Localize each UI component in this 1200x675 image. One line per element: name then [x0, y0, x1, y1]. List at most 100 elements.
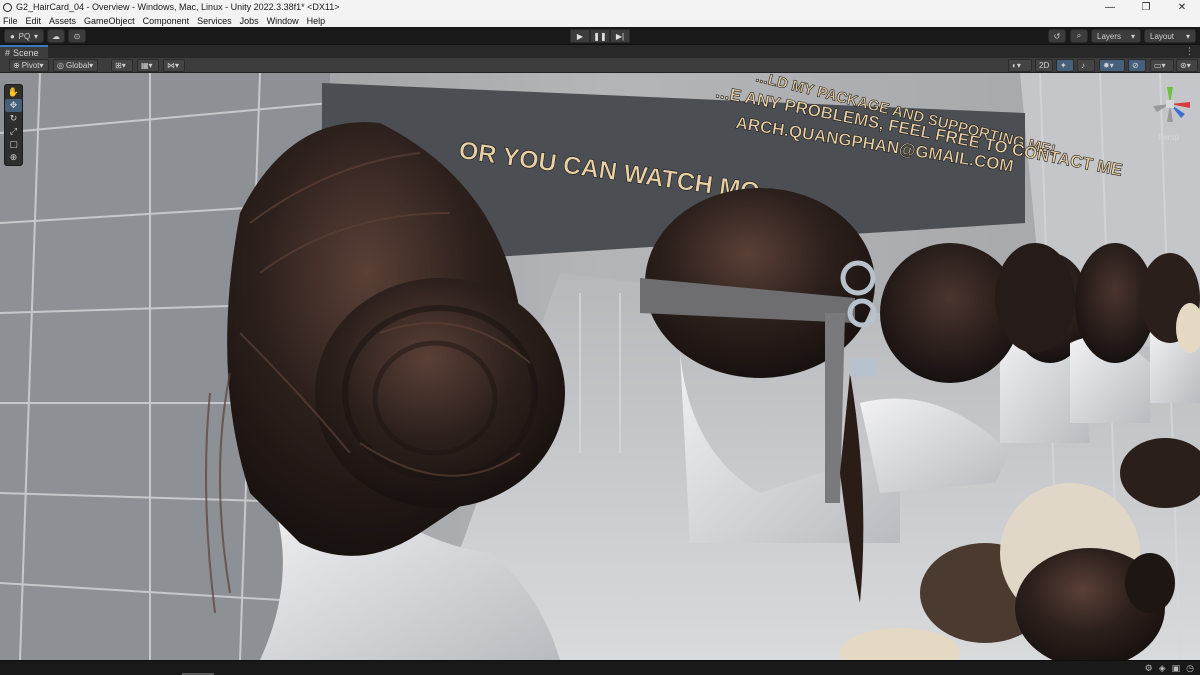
effects-icon: ✸▾ — [1103, 61, 1114, 70]
gizmos-icon: ⊛▾ — [1180, 61, 1191, 70]
snap-icon: ⋈▾ — [167, 61, 180, 70]
status-icons: ⚙ ◈ ▣ ◷ — [1145, 663, 1194, 674]
search-icon: ⌕ — [1076, 31, 1082, 40]
draw-mode-icon: ◐▾ — [1012, 61, 1021, 70]
move-icon: ✥ — [9, 100, 18, 110]
grid-icon: ⊞▾ — [115, 61, 126, 70]
minimize-button[interactable]: — — [1092, 0, 1128, 14]
cache-icon[interactable]: ◈ — [1159, 663, 1166, 674]
network-icon[interactable]: ⚙ — [1145, 663, 1153, 674]
draw-mode-dropdown[interactable]: ◐▾ — [1008, 59, 1032, 72]
lighting-toggle[interactable]: ✦ — [1056, 59, 1074, 72]
menu-bar: File Edit Assets GameObject Component Se… — [0, 14, 1200, 27]
playback-controls: ▶ ❚❚ ▶| — [570, 29, 630, 43]
scene-toolbar: ⊕ Pivot ▾ ◎ Global ▾ ⊞▾ ▦▾ ⋈▾ ◐▾ 2D ✦ ♪ … — [0, 58, 1200, 73]
menu-window[interactable]: Window — [267, 16, 299, 26]
close-button[interactable]: ✕ — [1164, 0, 1200, 14]
step-icon: ▶| — [615, 31, 625, 41]
rotate-tool-button[interactable]: ↻ — [5, 112, 22, 125]
collab-icon: ⊙ — [73, 31, 81, 41]
tab-menu-icon[interactable]: ⋮ — [1185, 46, 1194, 57]
chevron-down-icon: ▾ — [1130, 31, 1135, 41]
account-icon: ● — [10, 31, 15, 41]
tab-scene[interactable]: # Scene — [0, 45, 48, 58]
cloud-icon: ☁ — [52, 31, 60, 41]
grid-snap-dropdown[interactable]: ⊞▾ — [111, 59, 133, 72]
window-controls: — ❐ ✕ — [1092, 0, 1200, 14]
scale-icon: ⤢ — [9, 126, 18, 136]
rotate-icon: ↻ — [9, 113, 18, 123]
menu-assets[interactable]: Assets — [49, 16, 76, 26]
title-bar: G2_HairCard_04 - Overview - Windows, Mac… — [0, 0, 1200, 14]
status-bar: ⚙ ◈ ▣ ◷ — [0, 660, 1200, 675]
transform-icon: ⊕ — [9, 152, 18, 162]
toggle-2d-button[interactable]: 2D — [1035, 59, 1053, 72]
scale-tool-button[interactable]: ⤢ — [5, 125, 22, 138]
layout-label: Layout — [1150, 31, 1175, 41]
maximize-button[interactable]: ❐ — [1128, 0, 1164, 14]
menu-jobs[interactable]: Jobs — [240, 16, 259, 26]
chevron-down-icon: ▾ — [39, 61, 44, 70]
hand-icon: ✋ — [7, 87, 20, 97]
menu-help[interactable]: Help — [307, 16, 326, 26]
mode-2d-label: 2D — [1039, 61, 1050, 70]
grid-visibility-icon: ▦▾ — [141, 61, 153, 70]
chevron-down-icon: ▾ — [89, 61, 94, 70]
effects-dropdown[interactable]: ✸▾ — [1099, 59, 1125, 72]
eye-slash-icon: ⊘ — [1132, 61, 1139, 70]
lightbulb-icon: ✦ — [1060, 61, 1067, 70]
global-dropdown[interactable]: ◎ Global ▾ — [53, 59, 98, 72]
grid-visibility-dropdown[interactable]: ▦▾ — [137, 59, 159, 72]
gizmos-dropdown[interactable]: ⊛▾ — [1176, 59, 1198, 72]
scene-render: ...LD MY PACKAGE AND SUPPORTING ME! ...E… — [0, 73, 1200, 660]
main-toolbar: ● PQ ▾ ☁ ⊙ ▶ ❚❚ ▶| ↺ ⌕ Layers ▾ Layout ▾ — [0, 27, 1200, 45]
pause-icon: ❚❚ — [593, 31, 607, 41]
layout-dropdown[interactable]: Layout ▾ — [1144, 29, 1196, 43]
chevron-down-icon: ▾ — [33, 31, 38, 41]
account-dropdown[interactable]: ● PQ ▾ — [4, 29, 44, 43]
camera-icon: ▭▾ — [1154, 61, 1166, 70]
chevron-down-icon: ▾ — [1185, 31, 1190, 41]
camera-settings-dropdown[interactable]: ▭▾ — [1150, 59, 1174, 72]
tab-scene-label: Scene — [13, 47, 39, 58]
play-button[interactable]: ▶ — [570, 29, 590, 43]
menu-gameobject[interactable]: GameObject — [84, 16, 135, 26]
collab-button[interactable]: ⊙ — [68, 29, 86, 43]
tab-bar: # Scene ⋮ — [0, 45, 1200, 58]
menu-component[interactable]: Component — [143, 16, 190, 26]
cloud-button[interactable]: ☁ — [47, 29, 65, 43]
pivot-icon: ⊕ — [13, 61, 20, 70]
layers-dropdown[interactable]: Layers ▾ — [1091, 29, 1141, 43]
debug-icon[interactable]: ▣ — [1172, 663, 1181, 674]
scene-icon: # — [5, 47, 11, 58]
transform-tools-palette: ✋ ✥ ↻ ⤢ ▢ ⊕ — [4, 84, 23, 166]
increment-snap-dropdown[interactable]: ⋈▾ — [163, 59, 185, 72]
globe-icon: ◎ — [57, 61, 64, 70]
clock-icon[interactable]: ◷ — [1186, 663, 1194, 674]
history-button[interactable]: ↺ — [1048, 29, 1066, 43]
rect-tool-button[interactable]: ▢ — [5, 138, 22, 151]
pivot-dropdown[interactable]: ⊕ Pivot ▾ — [9, 59, 49, 72]
speaker-icon: ♪ — [1081, 61, 1085, 70]
window-title: G2_HairCard_04 - Overview - Windows, Mac… — [16, 2, 340, 12]
scene-viewport[interactable]: ...LD MY PACKAGE AND SUPPORTING ME! ...E… — [0, 73, 1200, 660]
hand-tool-button[interactable]: ✋ — [5, 86, 22, 99]
menu-file[interactable]: File — [3, 16, 18, 26]
transform-tool-button[interactable]: ⊕ — [5, 151, 22, 164]
hidden-objects-toggle[interactable]: ⊘ — [1128, 59, 1146, 72]
global-label: Global — [65, 61, 90, 70]
step-button[interactable]: ▶| — [610, 29, 630, 43]
rect-icon: ▢ — [9, 139, 18, 149]
layers-label: Layers — [1097, 31, 1122, 41]
search-button[interactable]: ⌕ — [1070, 29, 1088, 43]
move-tool-button[interactable]: ✥ — [5, 99, 22, 112]
projection-label[interactable]: Persp — [1158, 133, 1179, 142]
account-label: PQ — [18, 31, 31, 41]
menu-services[interactable]: Services — [197, 16, 232, 26]
pause-button[interactable]: ❚❚ — [590, 29, 610, 43]
history-icon: ↺ — [1053, 31, 1061, 41]
unity-logo-icon — [3, 2, 12, 12]
menu-edit[interactable]: Edit — [26, 16, 42, 26]
audio-toggle[interactable]: ♪ — [1077, 59, 1095, 72]
play-icon: ▶ — [576, 31, 584, 41]
